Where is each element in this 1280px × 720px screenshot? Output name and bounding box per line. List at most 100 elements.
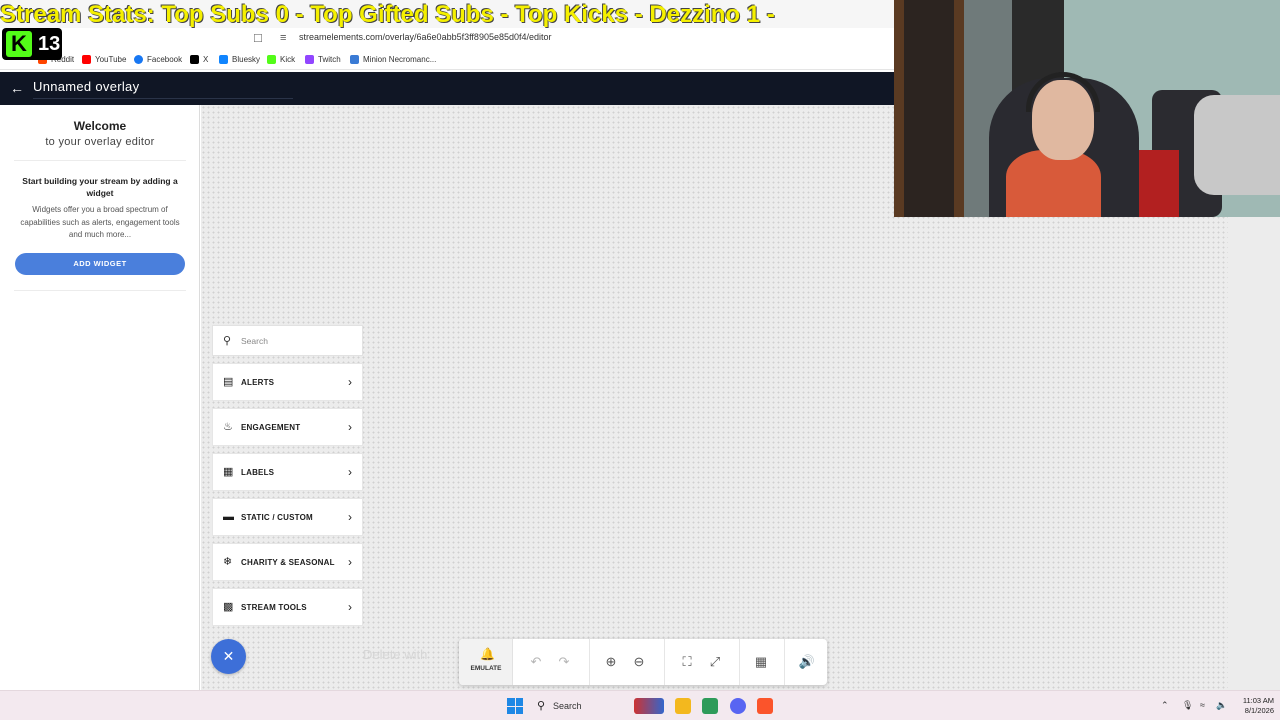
chevron-right-icon: › [348,420,352,434]
add-widget-button[interactable]: ADD WIDGET [15,253,185,275]
bookmark-minion[interactable]: Minion Necromanc... [350,53,436,65]
labels-icon: ▦ [223,466,234,478]
emulate-button[interactable]: 🔔 EMULATE [459,639,513,685]
address-bar[interactable]: □ ≡ streamelements.com/overlay/6a6e0abb5… [0,28,894,48]
chevron-up-icon[interactable]: ⌃ [1161,700,1169,711]
canvas-toolbar: 🔔 EMULATE ↶ ↷ ⊕ ⊖ ⛶ ⤢ ▦ 🔊 [459,639,827,685]
x-icon [190,54,199,64]
chevron-right-icon: › [348,555,352,569]
toolbar-divider [784,639,785,685]
delete-hint-text: Delete with [363,647,428,662]
dashboard-icon: ▩ [223,601,234,613]
webcam-door [894,0,964,217]
emulate-label: EMULATE [470,665,502,672]
divider [14,160,186,161]
flame-icon: ♨ [223,421,233,433]
bookmark-facebook[interactable]: Facebook [134,53,182,65]
windows-start-icon[interactable] [507,698,523,714]
category-charity-seasonal[interactable]: ❄ CHARITY & SEASONAL › [212,543,363,581]
chevron-right-icon: › [348,375,352,389]
redo-icon[interactable]: ↷ [555,653,573,671]
bookmark-star-icon[interactable]: □ [254,30,268,46]
taskbar-search[interactable]: ⚲ Search [531,696,621,716]
category-stream-tools[interactable]: ▩ STREAM TOOLS › [212,588,363,626]
volume-icon[interactable]: 🔊 [798,653,816,671]
close-menu-button[interactable]: ✕ [211,639,246,674]
wifi-icon[interactable]: ≈ [1200,700,1205,710]
site-info-icon[interactable]: ≡ [280,32,292,44]
bookmarks-bar: Reddit YouTube Facebook X Bluesky Kick T… [0,48,894,70]
welcome-subtitle: to your overlay editor [45,136,155,148]
editor-header: ← Unnamed overlay [0,72,894,105]
category-engagement[interactable]: ♨ ENGAGEMENT › [212,408,363,446]
screen: □ ≡ streamelements.com/overlay/6a6e0abb5… [0,0,1280,720]
microphone-icon[interactable]: 🎙 [1182,700,1193,711]
start-building-text: Start building your stream by adding a w… [22,176,178,198]
facebook-icon [134,54,143,64]
chevron-right-icon: › [348,600,352,614]
bookmark-bluesky[interactable]: Bluesky [219,53,260,65]
category-label: ENGAGEMENT [241,423,301,432]
clock-time: 11:03 AM [1242,696,1274,705]
search-placeholder: Search [241,336,268,346]
fullscreen-icon[interactable]: ⛶ [678,653,696,671]
search-icon: ⚲ [223,335,232,347]
grid-icon[interactable]: ▦ [752,653,770,671]
webcam-closet [904,0,954,217]
kick-follower-badge: K 13 [2,28,62,60]
webcam-feed [894,0,1280,217]
brave-browser-icon[interactable] [757,698,773,714]
category-static-custom[interactable]: ▬ STATIC / CUSTOM › [212,498,363,536]
url-text[interactable]: streamelements.com/overlay/6a6e0abb5f3ff… [299,32,552,42]
widget-search-input[interactable]: ⚲ Search [212,325,363,356]
overlay-name-field[interactable]: Unnamed overlay [33,79,293,99]
welcome-sidebar: Welcome to your overlay editor Start bui… [0,105,200,690]
category-label: ALERTS [241,378,275,387]
alerts-icon: ▤ [223,376,234,388]
zoom-out-icon[interactable]: ⊖ [630,653,648,671]
file-explorer-icon[interactable] [675,698,691,714]
speaker-icon[interactable]: 🔈 [1216,700,1227,711]
chevron-right-icon: › [348,465,352,479]
toolbar-divider [664,639,665,685]
windows-taskbar: ⚲ Search ⌃ 🎙 ≈ 🔈 11:03 AM 8/1/2026 [0,690,1280,720]
widget-app-icon[interactable] [634,698,664,714]
stream-stats-ticker: Stream Stats: Top Subs 0 - Top Gifted Su… [0,1,775,28]
bookmark-x[interactable]: X [190,53,208,65]
webcam-clothes [1194,95,1280,195]
twitch-icon [305,54,314,64]
search-icon: ⚲ [537,700,546,712]
clock[interactable]: 11:03 AM 8/1/2026 [1234,696,1274,716]
undo-icon[interactable]: ↶ [527,653,545,671]
kick-icon [267,54,276,64]
toolbar-divider [739,639,740,685]
overlay-canvas-edge [1228,217,1280,690]
chevron-right-icon: › [348,510,352,524]
widgets-description: Widgets offer you a broad spectrum of ca… [20,205,180,239]
category-alerts[interactable]: ▤ ALERTS › [212,363,363,401]
monitor-icon: ▬ [223,511,234,523]
bluesky-icon [219,54,228,64]
category-labels[interactable]: ▦ LABELS › [212,453,363,491]
category-label: STREAM TOOLS [241,603,307,612]
discord-icon[interactable] [730,698,746,714]
kick-count: 13 [38,32,61,55]
store-app-icon[interactable] [702,698,718,714]
webcam-shirt-print [1006,150,1101,217]
bookmark-youtube[interactable]: YouTube [82,53,126,65]
kick-logo-icon: K [6,31,32,57]
snowflake-icon: ❄ [223,556,233,568]
bookmark-kick[interactable]: Kick [267,53,295,65]
category-label: CHARITY & SEASONAL [241,558,335,567]
fit-screen-icon[interactable]: ⤢ [706,653,724,671]
bell-icon: 🔔 [480,647,495,661]
toolbar-divider [589,639,590,685]
zoom-in-icon[interactable]: ⊕ [602,653,620,671]
welcome-title: Welcome [73,119,127,133]
bookmark-twitch[interactable]: Twitch [305,53,341,65]
webcam-red-item [1139,150,1179,217]
youtube-icon [82,54,91,64]
category-label: LABELS [241,468,275,477]
back-arrow-icon[interactable]: ← [10,80,24,96]
taskbar-search-label: Search [553,701,582,711]
